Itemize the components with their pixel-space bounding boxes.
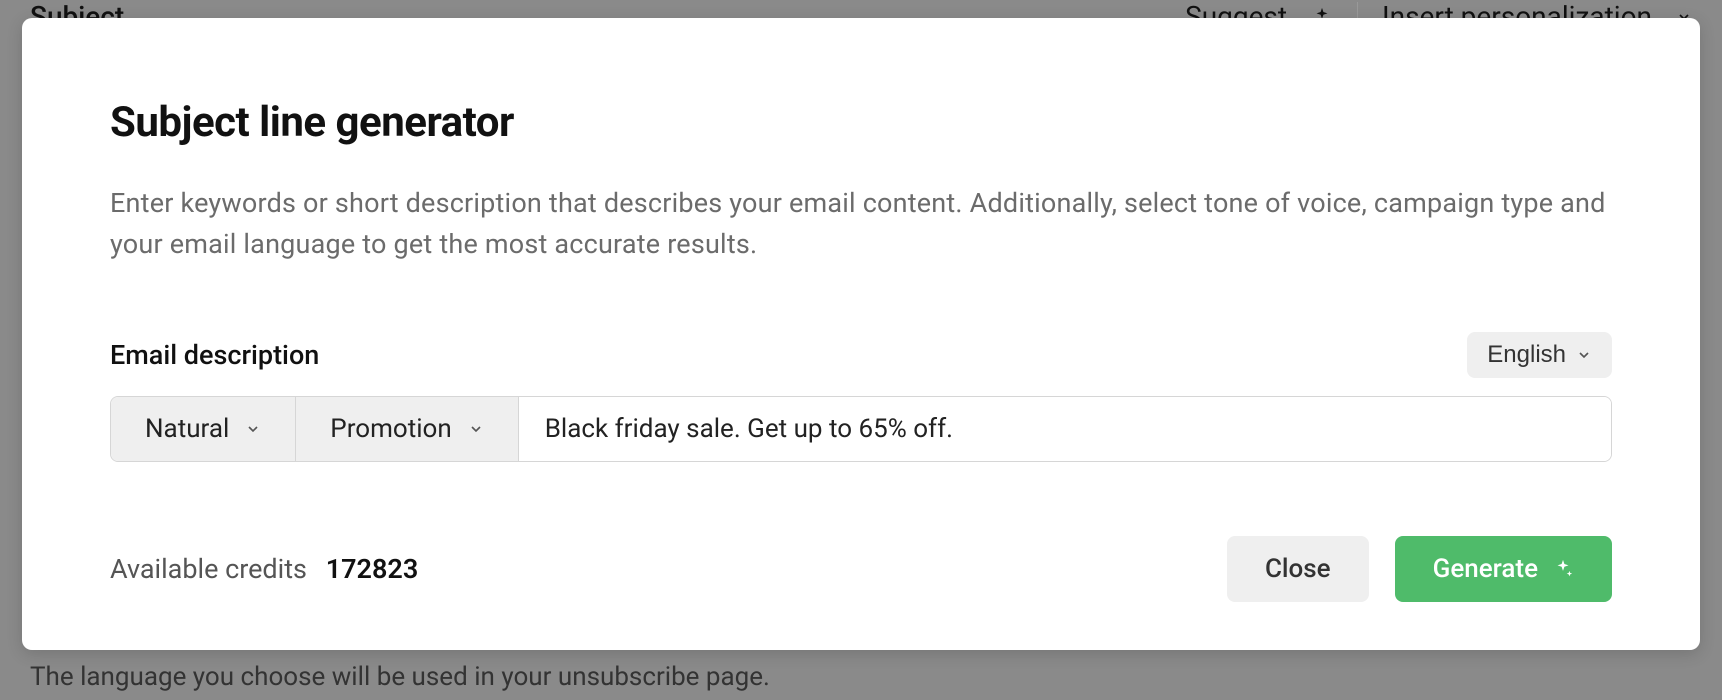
generate-label: Generate	[1433, 554, 1538, 584]
campaign-type-select[interactable]: Promotion	[296, 397, 517, 461]
generate-button[interactable]: Generate	[1395, 536, 1612, 602]
modal-description: Enter keywords or short description that…	[110, 183, 1612, 264]
language-select[interactable]: English	[1467, 332, 1612, 378]
close-button[interactable]: Close	[1227, 536, 1369, 602]
tone-selected: Natural	[145, 414, 229, 444]
chevron-down-icon	[468, 421, 484, 437]
chevron-down-icon	[1576, 347, 1592, 363]
campaign-type-selected: Promotion	[330, 414, 451, 444]
chevron-down-icon	[245, 421, 261, 437]
email-description-input[interactable]	[518, 397, 1611, 461]
unsubscribe-note: The language you choose will be used in …	[30, 662, 770, 692]
language-selected: English	[1487, 341, 1566, 369]
description-input-group: Natural Promotion	[110, 396, 1612, 462]
modal-title: Subject line generator	[110, 98, 1612, 147]
email-description-label: Email description	[110, 339, 319, 371]
tone-select[interactable]: Natural	[111, 397, 296, 461]
subject-line-generator-modal: Subject line generator Enter keywords or…	[22, 18, 1700, 650]
credits-label: Available credits	[110, 553, 307, 585]
credits-value: 172823	[326, 553, 419, 585]
available-credits: Available credits 172823	[110, 553, 418, 585]
sparkle-icon	[1552, 558, 1574, 580]
